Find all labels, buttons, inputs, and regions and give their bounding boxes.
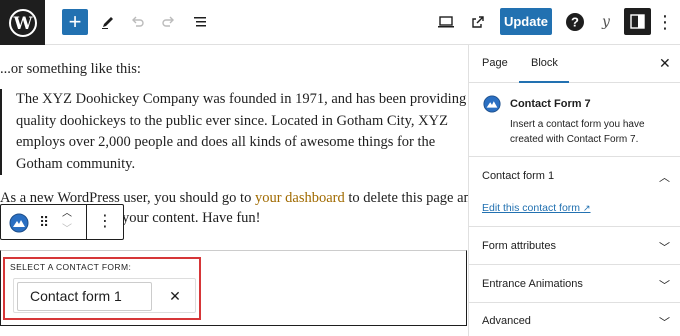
options-menu-button[interactable]: ⋮	[656, 8, 674, 36]
paragraph-intro[interactable]: ...or something like this:	[0, 61, 141, 78]
sidebar-tabs: Page Block ✕	[469, 45, 680, 83]
panel-entrance-animations: Entrance Animations ﹀	[469, 265, 680, 303]
update-button[interactable]: Update	[500, 8, 552, 35]
panel-advanced: Advanced ﹀	[469, 303, 680, 336]
redo-icon[interactable]	[158, 8, 178, 36]
toolbar-divider	[86, 205, 87, 239]
quote-line: employs over 2,000 people and does all k…	[16, 134, 436, 150]
block-description: Insert a contact form you have created w…	[510, 119, 645, 145]
contact-form-block-icon[interactable]	[9, 213, 29, 233]
tab-page[interactable]: Page	[482, 57, 508, 69]
quote-block[interactable]: The XYZ Doohickey Company was founded in…	[0, 89, 468, 175]
panel-title[interactable]: Form attributes	[482, 240, 556, 252]
chevron-down-icon[interactable]: ﹀	[659, 314, 670, 330]
panel-title[interactable]: Entrance Animations	[482, 278, 583, 290]
contact-form-block-icon	[483, 95, 501, 113]
desktop-preview-icon[interactable]	[436, 8, 456, 36]
help-glyph: ?	[571, 15, 579, 30]
svg-text:W: W	[12, 14, 33, 34]
add-block-button[interactable]: +	[62, 9, 88, 35]
pencil-icon[interactable]	[98, 8, 118, 36]
wordpress-logo-icon[interactable]: W	[0, 0, 45, 45]
quote-line: quality doohickeys to the public ever si…	[16, 112, 448, 129]
chevron-up-icon[interactable]: ︿	[659, 169, 670, 185]
editor-toolbar: W + Update ? y ⋮	[0, 0, 680, 45]
quote-line: Gotham community.	[16, 155, 136, 172]
edit-contact-form-link-text: Edit this contact form	[482, 202, 581, 214]
panel-form-attributes: Form attributes ﹀	[469, 227, 680, 265]
edit-contact-form-link[interactable]: Edit this contact form ↗	[482, 202, 591, 214]
external-link-icon[interactable]	[468, 8, 488, 36]
move-down-icon[interactable]: ﹀	[59, 223, 75, 237]
block-toolbar: ⠿ ︿ ﹀ ⋮	[0, 204, 124, 240]
external-link-icon: ↗	[582, 203, 591, 213]
move-up-icon[interactable]: ︿	[59, 207, 75, 221]
contact-form-selector: Contact form 1 ✕	[13, 278, 196, 313]
close-sidebar-icon[interactable]: ✕	[659, 55, 671, 72]
help-icon[interactable]: ?	[565, 8, 585, 36]
contact-form-input[interactable]: Contact form 1	[17, 282, 152, 311]
contact-form-select-label: SELECT A CONTACT FORM:	[10, 262, 132, 272]
paragraph-text: to delete this page and	[344, 190, 468, 206]
yoast-icon[interactable]: y	[596, 8, 616, 36]
block-card: Contact Form 7 Insert a contact form you…	[469, 83, 680, 157]
panel-contact-form: Contact form 1 ︿ Edit this contact form …	[469, 157, 680, 227]
chevron-down-icon[interactable]: ﹀	[659, 277, 670, 293]
undo-icon[interactable]	[128, 8, 148, 36]
chevron-down-icon[interactable]: ﹀	[659, 239, 670, 255]
tab-block[interactable]: Block	[531, 57, 558, 69]
clear-selection-button[interactable]: ✕	[164, 285, 186, 307]
document-overview-icon[interactable]	[190, 8, 210, 36]
drag-handle-icon[interactable]: ⠿	[39, 213, 49, 231]
dashboard-link[interactable]: your dashboard	[255, 190, 345, 206]
block-title: Contact Form 7	[510, 98, 591, 110]
block-options-button[interactable]: ⋮	[97, 213, 113, 231]
paragraph-dashboard-line2: your content. Have fun!	[122, 210, 261, 226]
settings-sidebar: Page Block ✕ Contact Form 7 Insert a con…	[468, 45, 680, 336]
panel-title[interactable]: Advanced	[482, 315, 531, 327]
settings-sidebar-icon[interactable]	[624, 8, 651, 35]
panel-title[interactable]: Contact form 1	[482, 170, 554, 182]
quote-line: The XYZ Doohickey Company was founded in…	[16, 91, 467, 107]
